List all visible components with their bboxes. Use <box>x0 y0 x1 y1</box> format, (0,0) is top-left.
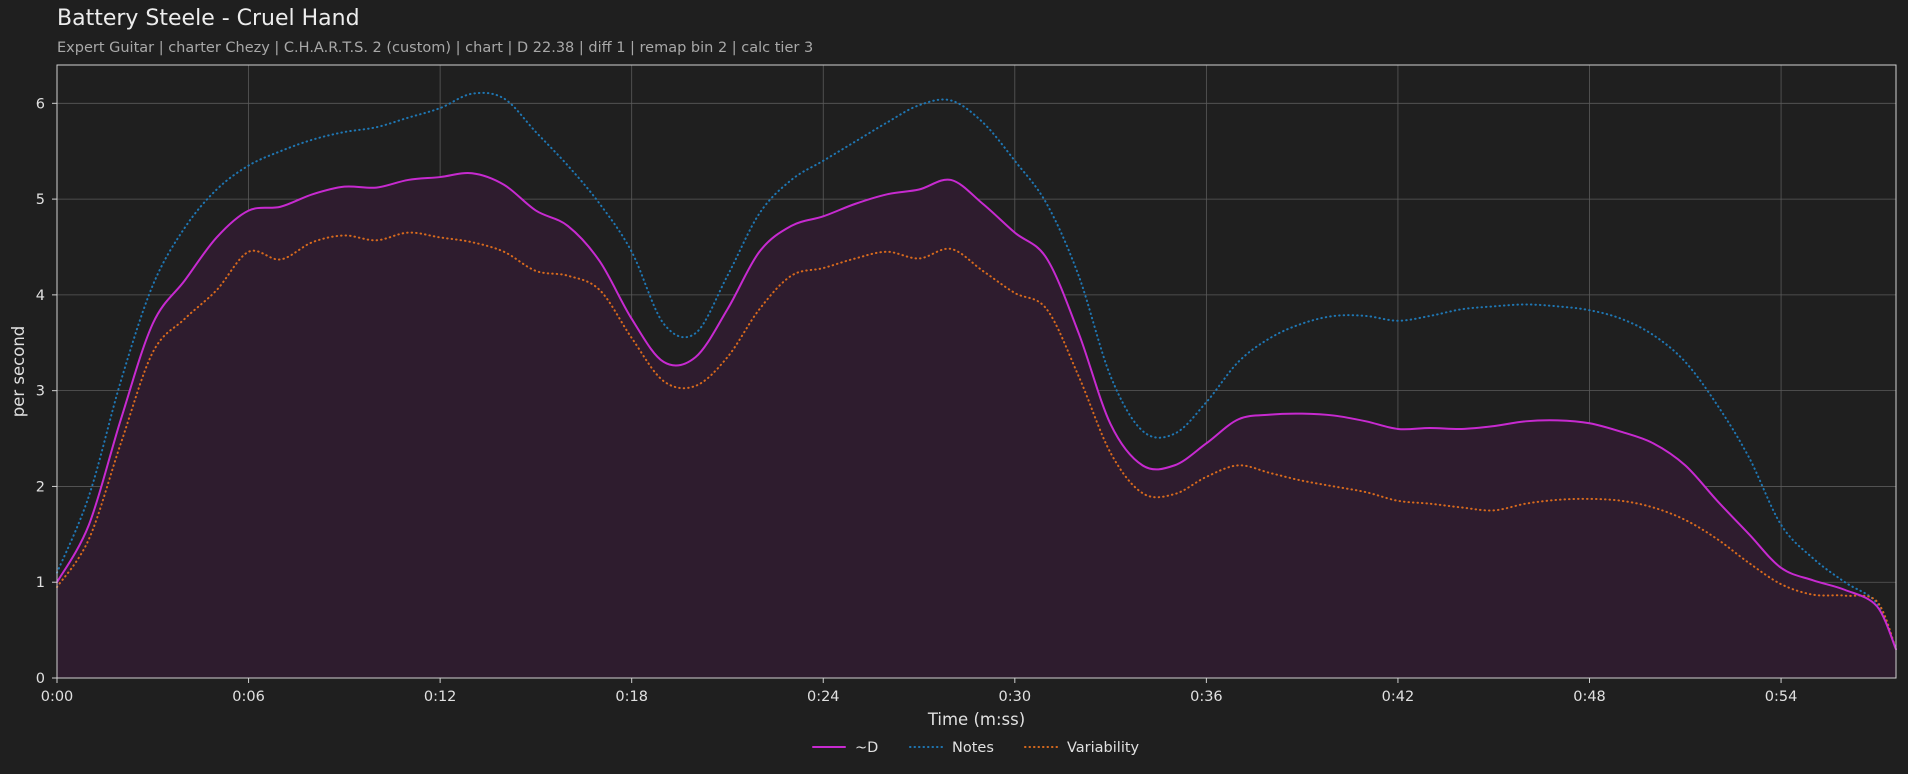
y-tick-label: 2 <box>36 479 45 495</box>
x-axis-title: Time (m:ss) <box>927 710 1025 729</box>
x-tick-label: 0:06 <box>232 689 265 705</box>
x-tick-label: 0:12 <box>424 689 457 705</box>
legend-label-2: Variability <box>1067 740 1140 756</box>
area-fill <box>57 172 1896 678</box>
y-tick-label: 1 <box>36 575 45 591</box>
x-tick-label: 0:24 <box>807 689 840 705</box>
x-tick-label: 0:54 <box>1765 689 1798 705</box>
y-tick-label: 3 <box>36 384 45 400</box>
x-tick-label: 0:18 <box>615 689 648 705</box>
x-tick-label: 0:00 <box>41 689 74 705</box>
series-fill-0 <box>57 172 1896 678</box>
y-tick-label: 4 <box>36 288 45 304</box>
y-tick-label: 6 <box>36 96 45 112</box>
x-tick-label: 0:42 <box>1382 689 1415 705</box>
y-tick-label: 5 <box>36 192 45 208</box>
x-tick-label: 0:48 <box>1573 689 1606 705</box>
legend-label-0: ~D <box>855 740 878 756</box>
legend: ~D Notes Variability <box>812 740 1140 756</box>
x-tick-label: 0:36 <box>1190 689 1223 705</box>
legend-label-1: Notes <box>952 740 994 756</box>
y-axis-title: per second <box>9 326 28 418</box>
y-tick-label: 0 <box>36 671 45 687</box>
x-tick-label: 0:30 <box>999 689 1032 705</box>
line-chart: 0:00 0:06 0:12 0:18 0:24 0:30 0:36 0:42 0:48 0:54… <box>9 64 1897 756</box>
